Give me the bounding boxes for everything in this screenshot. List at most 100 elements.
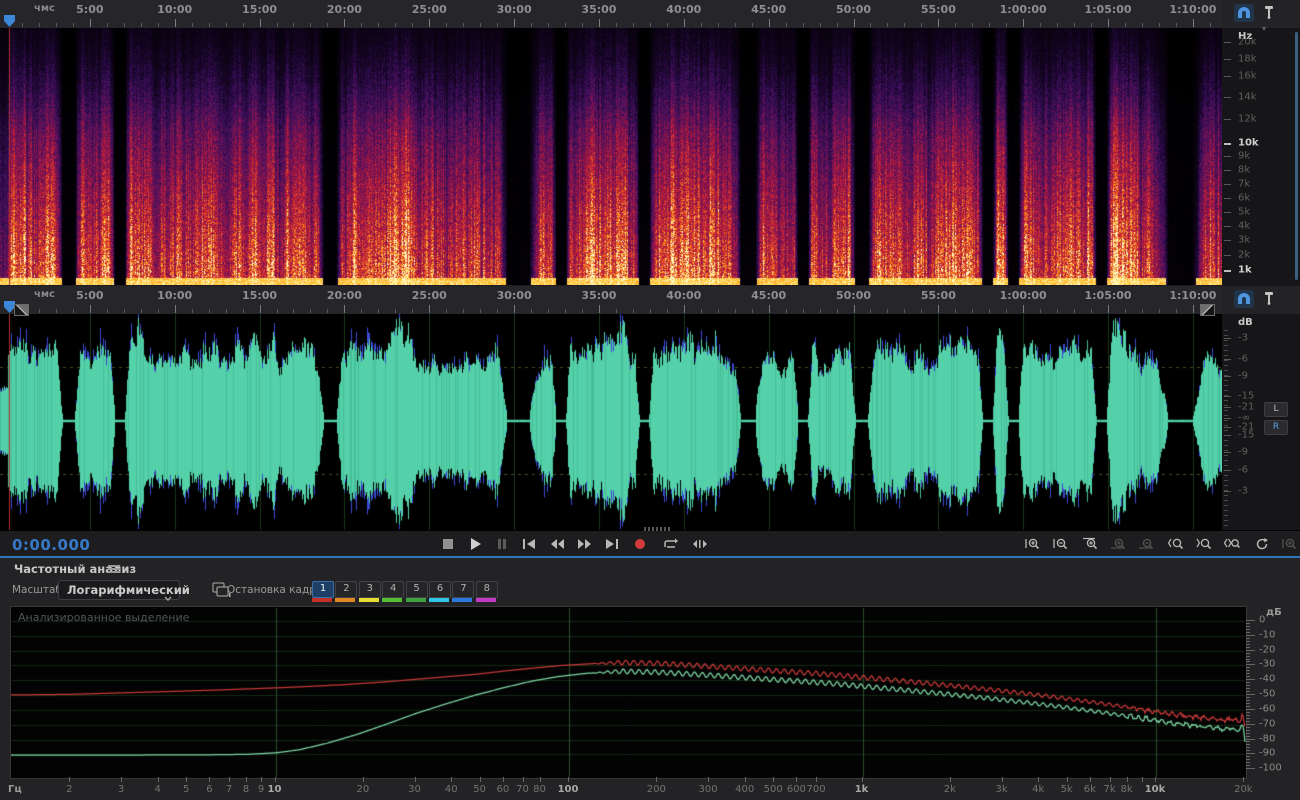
skip-to-end-button[interactable] bbox=[600, 535, 624, 553]
zoom-in-vertical-button[interactable] bbox=[1106, 535, 1130, 553]
db-axis-tick bbox=[1246, 750, 1250, 751]
freq-axis-label: 2 bbox=[66, 784, 73, 795]
db-axis-tick bbox=[1246, 741, 1250, 742]
time-tick bbox=[734, 309, 736, 313]
freq-scale-tick bbox=[1224, 184, 1231, 185]
time-tick bbox=[412, 23, 414, 27]
spectrogram-display[interactable] bbox=[0, 28, 1222, 285]
time-tick bbox=[327, 23, 329, 27]
db-axis-tick bbox=[1246, 661, 1250, 662]
db-axis-tick bbox=[1246, 709, 1255, 710]
time-tick bbox=[191, 23, 193, 27]
waveform-display[interactable] bbox=[0, 314, 1222, 530]
freq-axis-label: 1k bbox=[854, 784, 869, 795]
zoom-out-horizontal-button[interactable] bbox=[1048, 535, 1072, 553]
hold-button-5[interactable]: 5 bbox=[405, 581, 428, 598]
zoom-selection-right-button[interactable] bbox=[1192, 535, 1216, 553]
db-scale-label: -9 bbox=[1238, 370, 1248, 382]
time-tick-label: 15:00 bbox=[242, 3, 278, 16]
freq-axis-tick bbox=[275, 777, 276, 782]
fast-forward-button[interactable] bbox=[573, 535, 597, 553]
freq-scale-tick bbox=[1224, 156, 1231, 157]
time-tick bbox=[1091, 309, 1093, 313]
freq-scale-tick bbox=[1224, 76, 1231, 77]
db-axis-tick bbox=[1246, 682, 1250, 683]
freq-axis-label: 6k bbox=[1083, 784, 1096, 795]
scale-dropdown[interactable]: Логарифмический bbox=[58, 580, 190, 601]
freq-axis-tick bbox=[568, 777, 569, 782]
hold-button-7[interactable]: 7 bbox=[452, 581, 475, 598]
scale-collapse-icon[interactable]: ▾ bbox=[1262, 24, 1266, 33]
time-tick bbox=[412, 309, 414, 313]
stop-button[interactable] bbox=[436, 535, 460, 553]
hold-button-8[interactable]: 8 bbox=[475, 581, 498, 598]
waveform-grabber-left[interactable] bbox=[14, 304, 29, 316]
channel-left-button[interactable]: L bbox=[1264, 402, 1288, 417]
freq-scale-tick bbox=[1224, 255, 1231, 256]
freq-axis-label: 6 bbox=[206, 784, 213, 795]
panel-menu-icon[interactable] bbox=[108, 565, 120, 573]
vertical-scrollbar[interactable] bbox=[1295, 32, 1298, 280]
snap-magnet-icon[interactable] bbox=[1234, 4, 1254, 26]
hold-button-2[interactable]: 2 bbox=[335, 581, 358, 598]
waveform-grabber-right[interactable] bbox=[1200, 304, 1215, 316]
hold-button-4[interactable]: 4 bbox=[382, 581, 405, 598]
freq-axis-tick bbox=[1002, 777, 1003, 782]
channel-right-button[interactable]: R bbox=[1264, 420, 1288, 435]
zoom-out-vertical-button[interactable] bbox=[1134, 535, 1158, 553]
db-axis-tick bbox=[1246, 759, 1250, 760]
time-tick bbox=[463, 309, 465, 313]
time-tick bbox=[1074, 309, 1076, 313]
hold-button-1[interactable]: 1 bbox=[312, 581, 334, 598]
record-button[interactable] bbox=[628, 535, 652, 553]
zoom-in-horizontal-button[interactable] bbox=[1020, 535, 1044, 553]
frequency-analysis-plot[interactable] bbox=[10, 606, 1247, 779]
waveform-db-scale: dB L R -3 -6 -9 -15 -21 -∞ -21 -15 -9 -6 -3 bbox=[1222, 314, 1300, 530]
zoom-selection-both-button[interactable] bbox=[1220, 535, 1244, 553]
loop-playback-button[interactable] bbox=[658, 535, 682, 553]
time-tick bbox=[140, 309, 142, 313]
skip-selection-button[interactable] bbox=[688, 535, 712, 553]
play-button[interactable] bbox=[463, 535, 487, 553]
freq-axis-tick bbox=[186, 777, 187, 782]
time-tick bbox=[123, 23, 125, 27]
freq-scale-label: 1k bbox=[1238, 264, 1252, 276]
freq-axis-tick bbox=[261, 777, 262, 782]
freq-axis-tick bbox=[363, 777, 364, 782]
hold-buttons-group: 12345678 bbox=[312, 580, 512, 604]
time-tick bbox=[887, 309, 889, 313]
freq-axis-tick bbox=[209, 777, 210, 782]
spectrogram-timeline-ruler[interactable]: чмс 5:00 10:00 15:00 20:00 25:00 30:00 35:00 40… bbox=[0, 0, 1222, 29]
db-scale-tick bbox=[1224, 435, 1231, 436]
waveform-timeline-ruler[interactable]: чмс 5:00 10:00 15:00 20:00 25:00 30:00 35:00 40… bbox=[0, 286, 1222, 315]
time-tick bbox=[1023, 305, 1025, 313]
marker-pin-icon[interactable] bbox=[1262, 291, 1276, 310]
freq-axis-tick bbox=[745, 777, 746, 782]
time-tick bbox=[293, 23, 295, 27]
time-tick bbox=[751, 23, 753, 27]
reset-zoom-button[interactable] bbox=[1250, 535, 1274, 553]
snap-magnet-icon[interactable] bbox=[1234, 290, 1254, 312]
skip-to-start-button[interactable] bbox=[517, 535, 541, 553]
time-tick-label: 1:10:00 bbox=[1169, 289, 1217, 302]
time-tick bbox=[683, 305, 685, 313]
freq-axis-tick bbox=[816, 777, 817, 782]
pause-button[interactable] bbox=[490, 535, 514, 553]
time-tick-label: 20:00 bbox=[326, 289, 362, 302]
zoom-selection-left-button[interactable] bbox=[1164, 535, 1188, 553]
time-tick bbox=[344, 19, 346, 27]
time-tick-label: 15:00 bbox=[242, 289, 278, 302]
time-tick-label: 1:05:00 bbox=[1084, 3, 1132, 16]
hold-button-3[interactable]: 3 bbox=[358, 581, 381, 598]
time-tick bbox=[700, 309, 702, 313]
marker-pin-icon[interactable] bbox=[1262, 5, 1276, 24]
time-tick bbox=[72, 309, 74, 313]
time-tick bbox=[429, 305, 431, 313]
zoom-full-button[interactable] bbox=[1277, 535, 1300, 553]
time-tick bbox=[123, 309, 125, 313]
hold-button-6[interactable]: 6 bbox=[429, 581, 451, 598]
zoom-to-selection-button[interactable] bbox=[1078, 535, 1102, 553]
time-tick bbox=[208, 309, 210, 313]
rewind-button[interactable] bbox=[545, 535, 569, 553]
freq-axis-tick bbox=[773, 777, 774, 782]
